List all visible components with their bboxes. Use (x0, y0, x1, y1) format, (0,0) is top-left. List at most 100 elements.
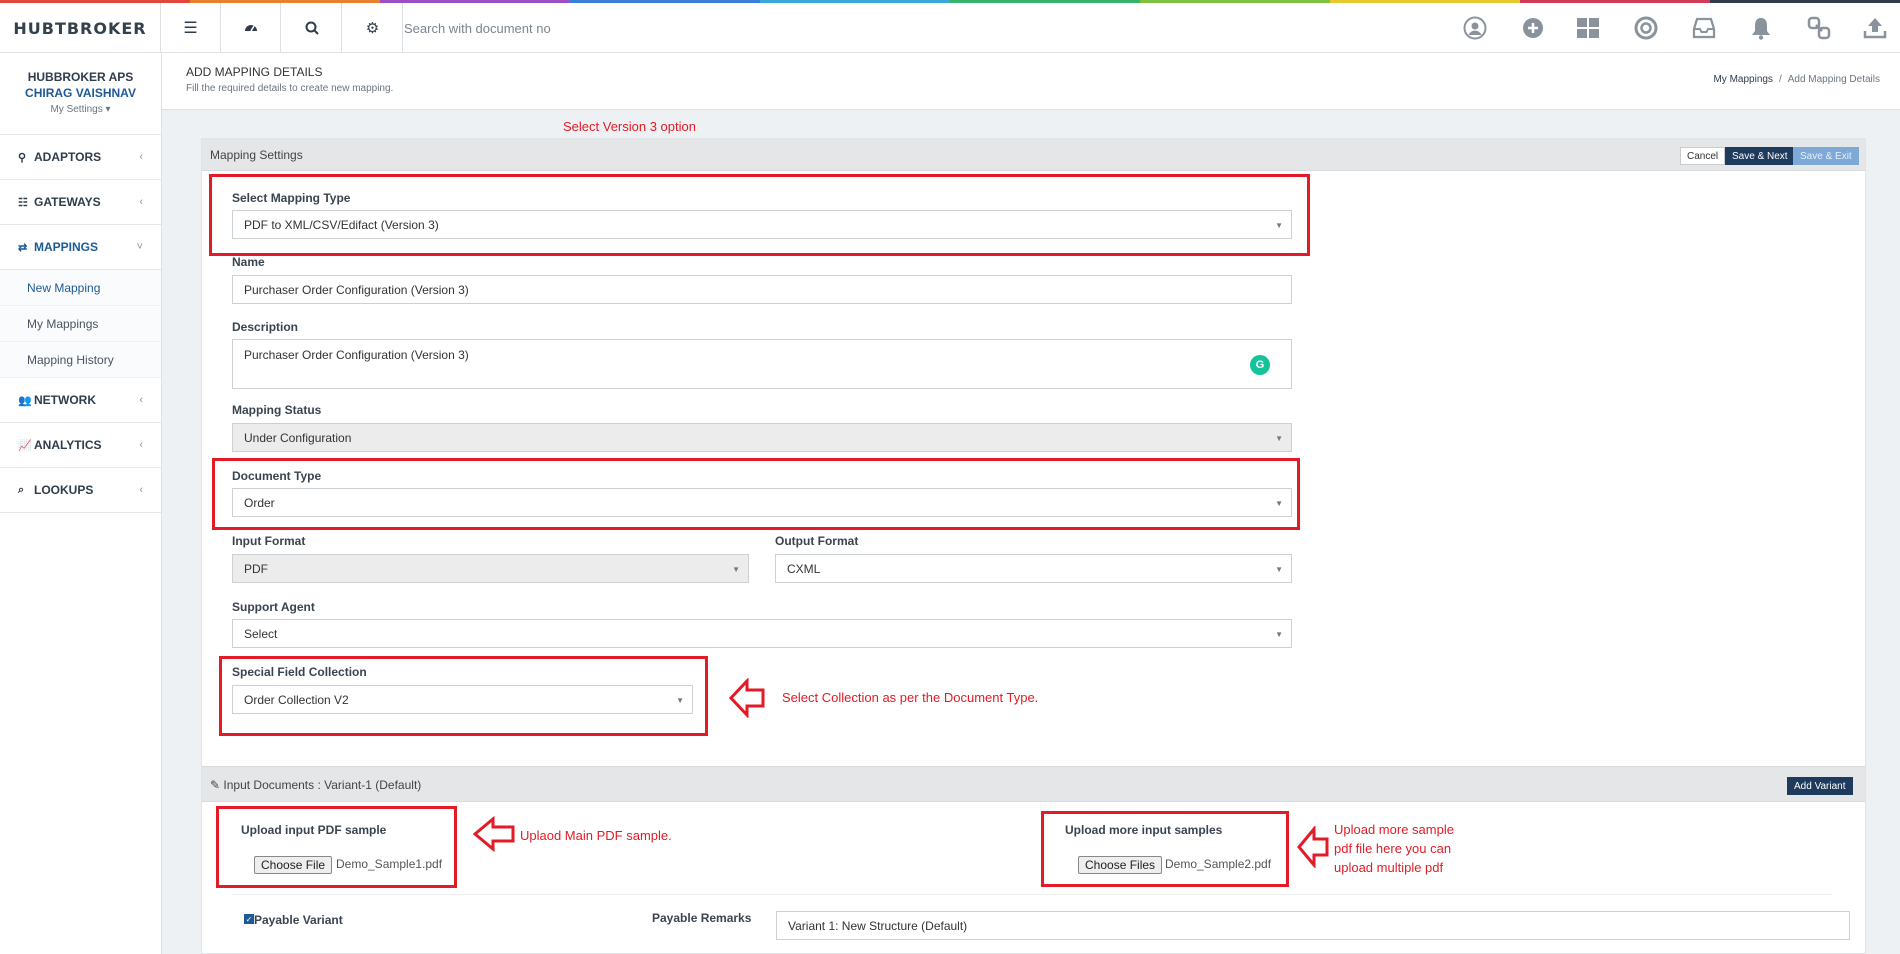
line-chart-icon: 📈 (18, 439, 32, 452)
sidebar-item-label: NETWORK (34, 393, 96, 407)
payable-remarks-label: Payable Remarks (652, 911, 752, 925)
apps-grid-button[interactable] (1575, 15, 1601, 41)
my-settings-label: My Settings (50, 104, 103, 115)
support-agent-value: Select (244, 626, 278, 641)
document-search-input[interactable] (404, 3, 1104, 53)
page-subtitle: Fill the required details to create new … (186, 83, 394, 94)
payable-variant-checkbox[interactable]: ✓ (244, 914, 254, 924)
add-variant-button[interactable]: Add Variant (1787, 777, 1853, 795)
chevron-left-icon: ‹ (139, 151, 143, 163)
save-next-button[interactable]: Save & Next (1725, 147, 1795, 165)
caret-down-icon: ▼ (732, 565, 740, 574)
sidebar-item-network[interactable]: 👥 NETWORK ‹ (0, 378, 161, 423)
sidebar-subitem-my-mappings[interactable]: My Mappings (0, 306, 161, 342)
description-textarea[interactable]: Purchaser Order Configuration (Version 3… (232, 339, 1292, 389)
sidebar-item-gateways[interactable]: ☷ GATEWAYS ‹ (0, 180, 161, 225)
link-icon (1807, 16, 1831, 40)
my-settings-dropdown[interactable]: My Settings ▾ (0, 104, 161, 115)
mapping-status-label: Mapping Status (232, 403, 322, 417)
inbox-button[interactable] (1691, 15, 1717, 41)
user-circle-icon (1463, 16, 1487, 40)
annotation-box-document-type (212, 458, 1300, 530)
annotation-line: pdf file here you can (1334, 841, 1452, 856)
mapping-status-value: Under Configuration (244, 430, 352, 445)
grammarly-icon[interactable]: G (1250, 355, 1270, 375)
bell-icon (1752, 18, 1770, 40)
dashboard-icon (244, 25, 257, 32)
save-exit-button[interactable]: Save & Exit (1793, 147, 1859, 165)
links-button[interactable] (1806, 15, 1832, 41)
sidebar-item-mappings[interactable]: ⇄ MAPPINGS ˅ (0, 225, 161, 270)
caret-down-icon: ▾ (105, 104, 111, 115)
payable-remarks-value: Variant 1: New Structure (Default) (788, 918, 968, 933)
breadcrumb: My Mappings / Add Mapping Details (1713, 74, 1880, 85)
output-format-label: Output Format (775, 534, 859, 548)
breadcrumb-current: Add Mapping Details (1787, 74, 1880, 85)
menu-icon: ☰ (183, 20, 198, 37)
output-format-select[interactable]: CXML ▼ (775, 554, 1292, 583)
page-header: ADD MAPPING DETAILS Fill the required de… (162, 53, 1900, 110)
grid-icon (1577, 18, 1599, 38)
add-button[interactable] (1520, 15, 1546, 41)
variant-title-text: Input Documents : Variant-1 (Default) (223, 778, 422, 792)
mapping-status-select[interactable]: Under Configuration ▼ (232, 423, 1292, 452)
profile-block: HUBBROKER APS CHIRAG VAISHNAV My Setting… (0, 53, 161, 135)
breadcrumb-my-mappings[interactable]: My Mappings (1713, 74, 1772, 85)
annotation-line: Upload more sample (1334, 822, 1454, 837)
plus-circle-icon (1523, 18, 1543, 38)
sidebar-subitem-new-mapping[interactable]: New Mapping (0, 270, 161, 306)
annotation-line: upload multiple pdf (1334, 860, 1444, 875)
description-label: Description (232, 320, 299, 334)
payable-remarks-input[interactable]: Variant 1: New Structure (Default) (776, 911, 1850, 940)
sidebar-item-adaptors[interactable]: ⚲ ADAPTORS ‹ (0, 135, 161, 180)
dashboard-button[interactable] (221, 3, 281, 53)
arrow-left-annotation (729, 678, 765, 718)
annotation-box-mapping-type (209, 174, 1310, 256)
support-agent-label: Support Agent (232, 600, 315, 614)
cancel-button[interactable]: Cancel (1680, 147, 1726, 165)
exchange-icon: ⇄ (18, 241, 28, 254)
user-name: CHIRAG VAISHNAV (25, 86, 136, 100)
variant-header: ✎ Input Documents : Variant-1 (Default) … (202, 766, 1865, 802)
input-format-value: PDF (244, 561, 268, 576)
sidebar-item-label: MAPPINGS (34, 240, 99, 254)
sidebar: HUBBROKER APS CHIRAG VAISHNAV My Setting… (0, 53, 162, 954)
annotation-collection: Select Collection as per the Document Ty… (782, 690, 1039, 705)
support-agent-select[interactable]: Select ▼ (232, 619, 1292, 648)
search-button[interactable] (282, 3, 342, 53)
arrow-left-annotation (1297, 826, 1329, 868)
name-label: Name (232, 255, 265, 269)
plug-icon: ⚲ (18, 151, 27, 164)
variant-title[interactable]: ✎ Input Documents : Variant-1 (Default) (210, 778, 421, 792)
profile-button[interactable] (1462, 15, 1488, 41)
card-title: Mapping Settings (210, 148, 303, 162)
card-header: Mapping Settings Cancel Save & Next Save… (202, 139, 1865, 171)
search-icon (305, 21, 319, 35)
annotation-box-upload-more (1041, 811, 1289, 887)
arrow-left-annotation (473, 816, 515, 852)
gear-icon: ⚙ (365, 20, 380, 37)
caret-down-icon: ▼ (1275, 434, 1283, 443)
edit-icon: ✎ (210, 778, 221, 792)
sidebar-item-label: ADAPTORS (34, 150, 102, 164)
breadcrumb-separator: / (1778, 74, 1782, 85)
settings-button[interactable]: ⚙ (343, 3, 403, 53)
logo[interactable]: HUBTBROKER (0, 3, 161, 53)
notifications-button[interactable] (1748, 15, 1774, 41)
sidebar-subitem-mapping-history[interactable]: Mapping History (0, 342, 161, 378)
annotation-box-special-field (219, 656, 708, 736)
input-format-select[interactable]: PDF ▼ (232, 554, 749, 583)
sidebar-item-analytics[interactable]: 📈 ANALYTICS ‹ (0, 423, 161, 468)
menu-button[interactable]: ☰ (161, 3, 221, 53)
sliders-icon: ☷ (18, 196, 28, 209)
name-input[interactable]: Purchaser Order Configuration (Version 3… (232, 275, 1292, 304)
upload-button[interactable] (1862, 15, 1888, 41)
help-button[interactable] (1633, 15, 1659, 41)
annotation-more-pdf: Upload more sample pdf file here you can… (1334, 820, 1454, 877)
chevron-left-icon: ‹ (139, 394, 143, 406)
chevron-left-icon: ‹ (139, 484, 143, 496)
sidebar-item-lookups[interactable]: ⌕ LOOKUPS ‹ (0, 468, 161, 513)
name-value: Purchaser Order Configuration (Version 3… (244, 282, 469, 297)
description-value: Purchaser Order Configuration (Version 3… (244, 348, 469, 362)
page-title: ADD MAPPING DETAILS (186, 65, 323, 79)
